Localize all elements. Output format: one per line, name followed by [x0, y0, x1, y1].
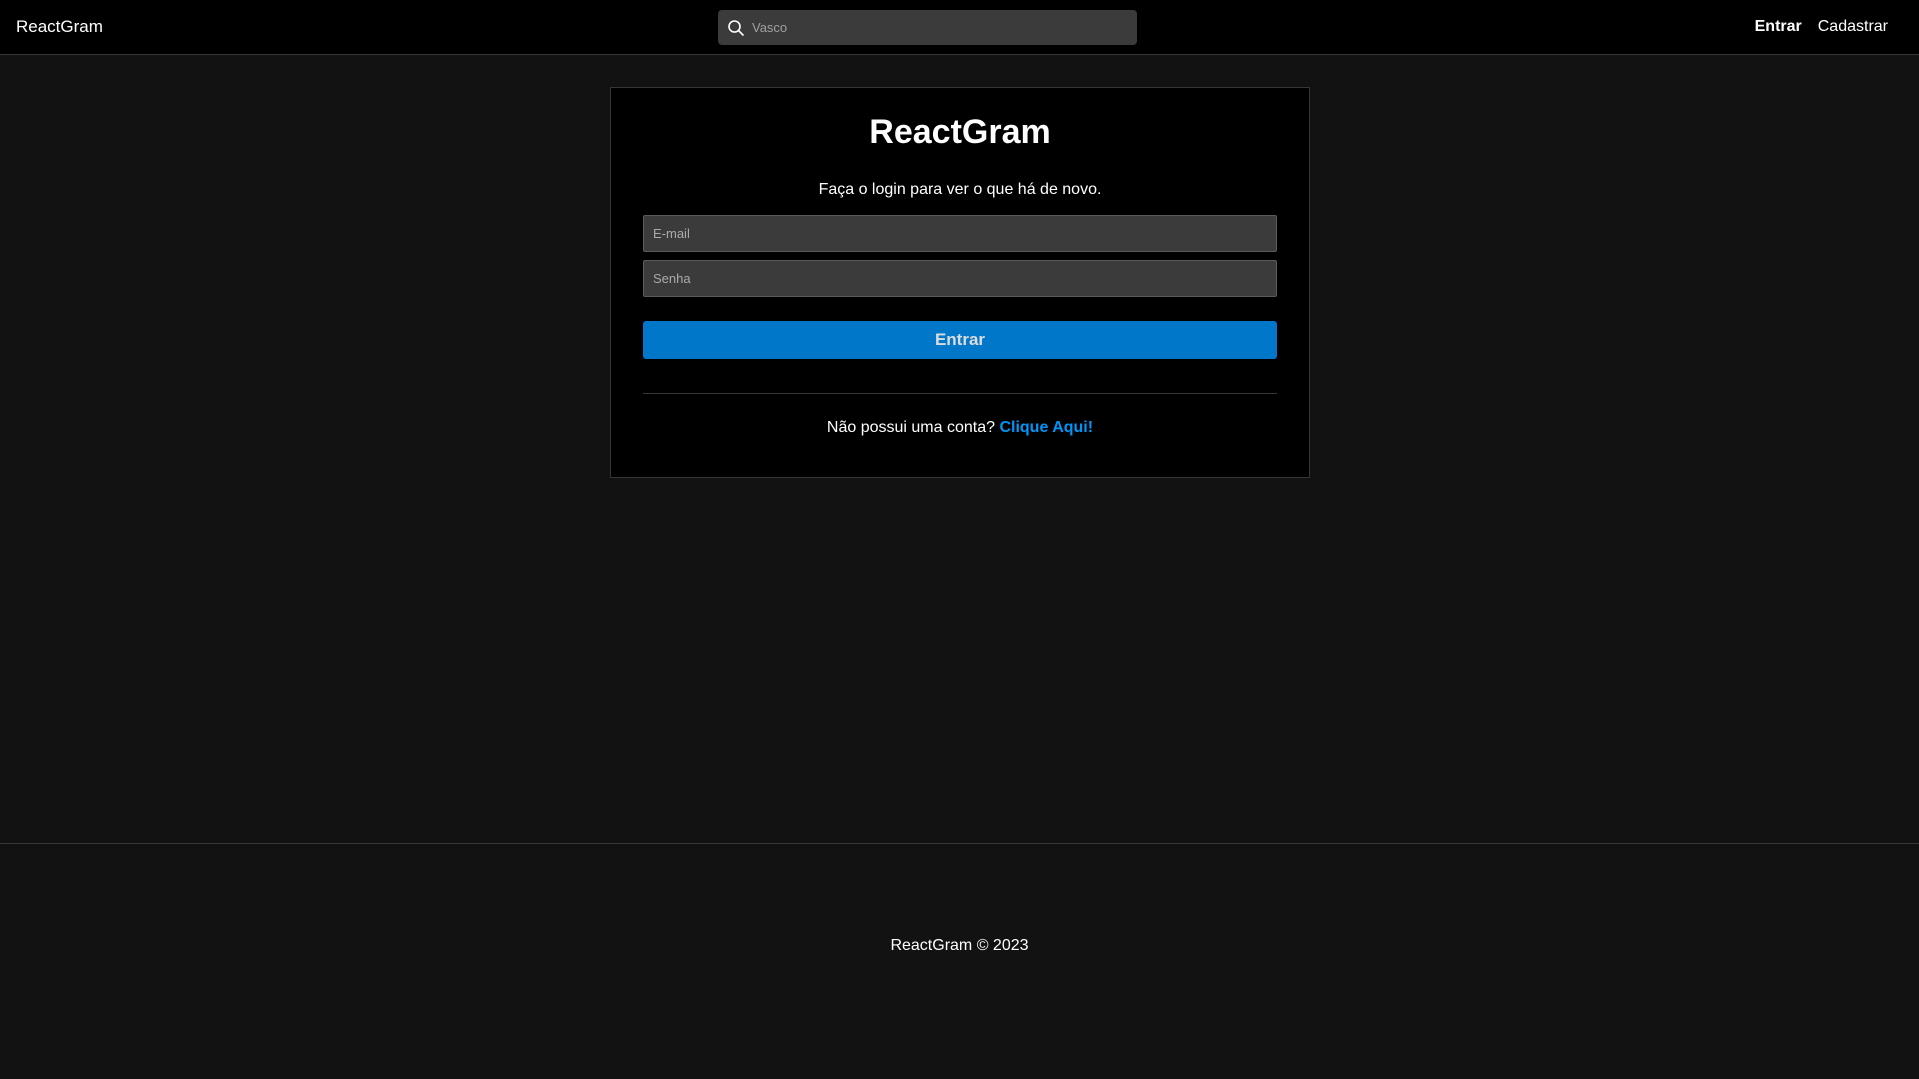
password-field[interactable]: [643, 260, 1277, 297]
footer-copyright: ReactGram © 2023: [890, 937, 1029, 954]
footer: ReactGram © 2023: [0, 843, 1919, 1079]
brand-logo-link[interactable]: ReactGram: [16, 17, 103, 37]
nav-login-link[interactable]: Entrar: [1755, 17, 1802, 37]
login-card: ReactGram Faça o login para ver o que há…: [610, 87, 1310, 478]
login-submit-button[interactable]: Entrar: [643, 321, 1277, 359]
login-title: ReactGram: [869, 113, 1051, 151]
search-icon[interactable]: [727, 19, 745, 37]
signup-prompt-text: Não possui uma conta?: [826, 419, 1000, 436]
signup-prompt: Não possui uma conta? Clique Aqui!: [611, 418, 1309, 438]
divider: [643, 393, 1277, 394]
email-field[interactable]: [643, 215, 1277, 252]
search-input[interactable]: [752, 10, 1127, 45]
nav-links: Entrar Cadastrar: [1755, 17, 1888, 37]
navbar: ReactGram Entrar Cadastrar: [0, 0, 1919, 55]
nav-register-link[interactable]: Cadastrar: [1818, 17, 1888, 37]
signup-link[interactable]: Clique Aqui!: [999, 419, 1093, 436]
login-subtitle: Faça o login para ver o que há de novo.: [818, 181, 1102, 198]
search-form: [718, 10, 1137, 45]
